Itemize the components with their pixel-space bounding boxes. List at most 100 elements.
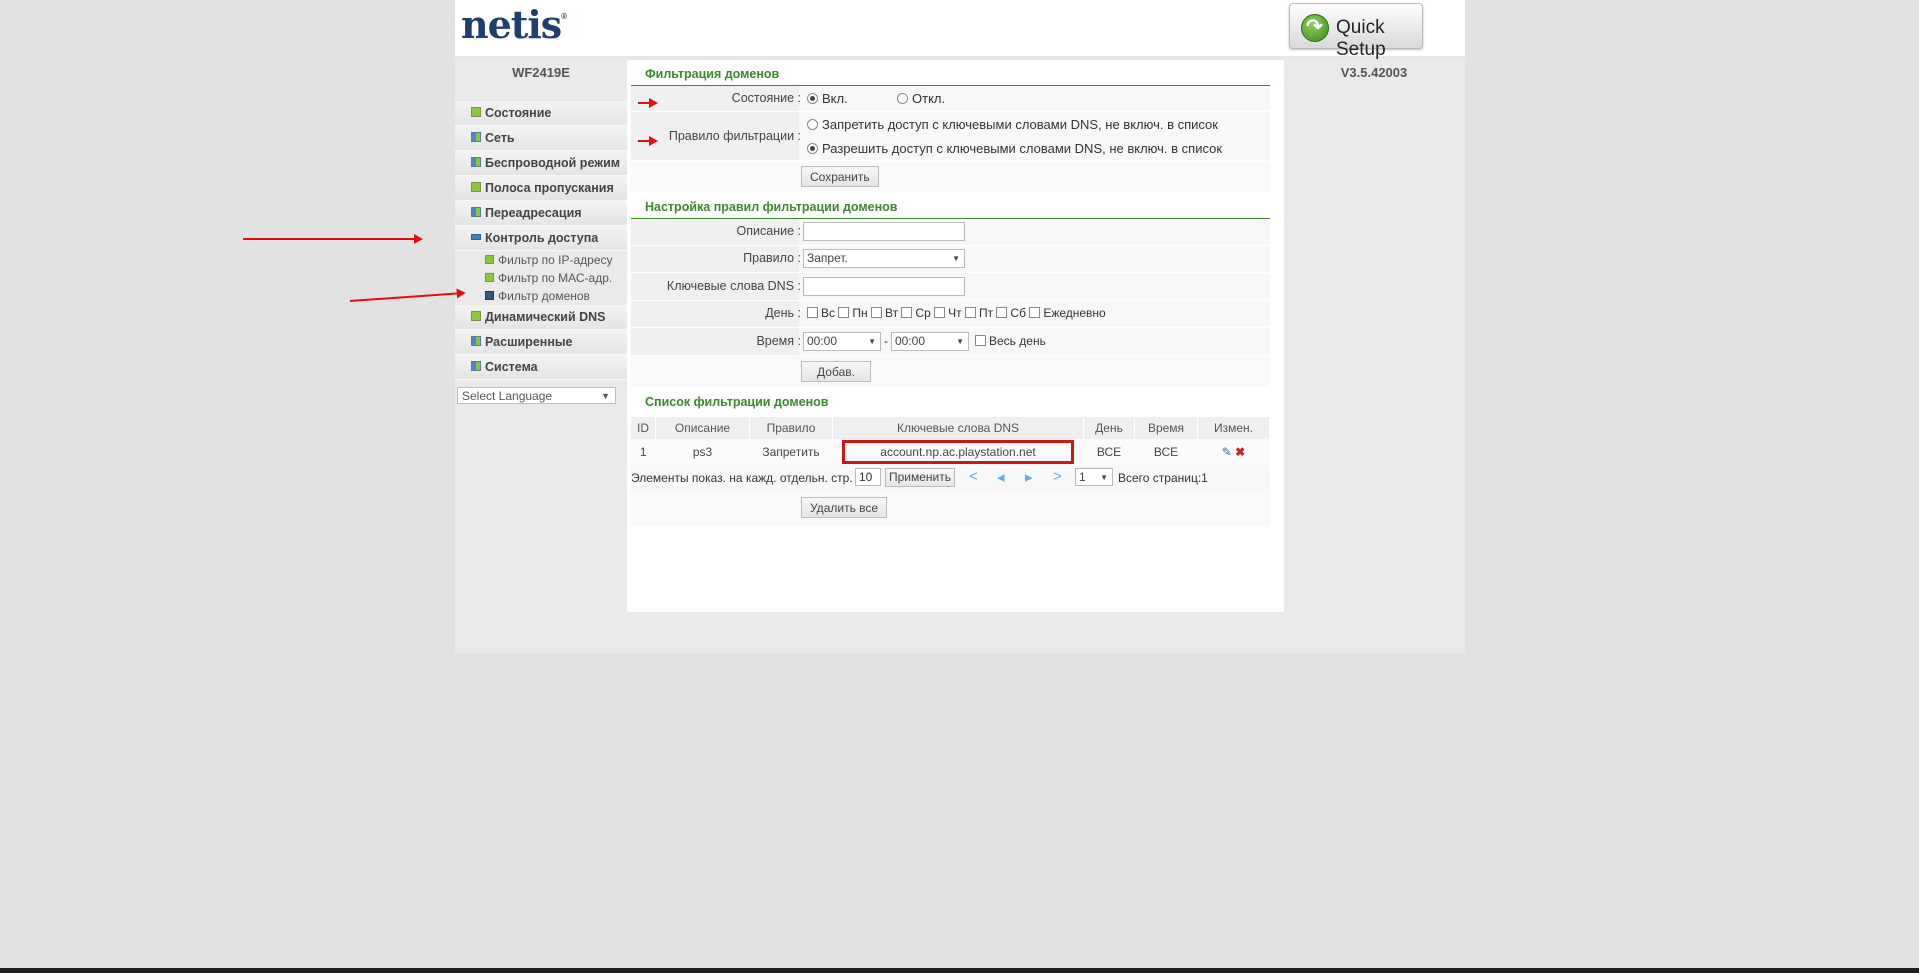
all-day-option[interactable]: Весь день [975, 334, 1046, 348]
menu-item-system[interactable]: Система [455, 355, 627, 380]
day-daily-checkbox[interactable] [1029, 307, 1041, 318]
rule-deny-option[interactable]: Запретить доступ с ключевыми словами DNS… [807, 117, 1218, 132]
col-edit: Измен. [1197, 417, 1270, 439]
col-dns-keywords: Ключевые слова DNS [832, 417, 1084, 439]
cell-day: ВСЕ [1083, 439, 1135, 465]
description-label: Описание : [736, 224, 801, 238]
day-thu-option[interactable]: Чт [934, 306, 962, 320]
menu-item-network[interactable]: Сеть [455, 126, 627, 151]
day-mon-checkbox[interactable] [838, 307, 850, 318]
dns-keywords-input[interactable] [803, 277, 965, 296]
edit-pencil-icon[interactable]: ✎ [1222, 445, 1232, 459]
save-button[interactable]: Сохранить [801, 166, 879, 187]
cell-actions: ✎ ✖ [1197, 439, 1270, 465]
quick-setup-label: Quick Setup [1336, 17, 1386, 60]
menu-item-wireless[interactable]: Беспроводной режим [455, 151, 627, 176]
collapse-minus-icon [471, 234, 481, 240]
description-input[interactable] [803, 222, 965, 241]
col-time: Время [1134, 417, 1198, 439]
day-wed-option[interactable]: Ср [901, 306, 931, 320]
pagination-bar: Элементы показ. на кажд. отдельн. стр. 1… [631, 465, 1270, 491]
day-sun-checkbox[interactable] [807, 307, 818, 318]
delete-all-button[interactable]: Удалить все [801, 497, 888, 518]
day-tue-option[interactable]: Вт [870, 306, 898, 320]
netis-logo: netis® [461, 2, 567, 47]
menu-item-bandwidth[interactable]: Полоса пропускания [455, 176, 627, 201]
rule-allow-option[interactable]: Разрешить доступ с ключевыми словами DNS… [807, 141, 1222, 156]
rule-row: Правило : Запрет. ▼ [631, 246, 1270, 273]
router-admin-page: netis® Quick Setup WF2419E V3.5.42003 Со… [455, 0, 1465, 653]
sidebar-menu: Состояние Сеть Беспроводной режим Полоса… [455, 101, 627, 404]
square-bullet-icon [485, 255, 494, 264]
submenu-item-mac-filter[interactable]: Фильтр по МАС-адр. [455, 269, 627, 287]
day-daily-option[interactable]: Ежедневно [1029, 306, 1106, 320]
rule-label: Правило : [743, 251, 801, 265]
apply-button[interactable]: Применить [885, 468, 956, 487]
section-title-domain-filter: Фильтрация доменов [631, 60, 1270, 86]
dns-keywords-row: Ключевые слова DNS : [631, 273, 1270, 301]
day-sat-option[interactable]: Сб [996, 306, 1026, 320]
time-from-select[interactable]: 00:00 ▼ [803, 332, 881, 351]
day-tue-checkbox[interactable] [870, 307, 882, 318]
menu-item-forwarding[interactable]: Переадресация [455, 201, 627, 226]
day-wed-checkbox[interactable] [901, 307, 913, 318]
quick-setup-button[interactable]: Quick Setup [1289, 3, 1423, 60]
submenu-item-ip-filter[interactable]: Фильтр по IP-адресу [455, 251, 627, 269]
annotation-arrow [349, 292, 464, 302]
day-fri-option[interactable]: Пт [964, 306, 993, 320]
grid-bullet-icon [471, 207, 481, 217]
menu-item-ddns[interactable]: Динамический DNS [455, 305, 627, 330]
dropdown-arrow-icon: ▼ [1100, 473, 1108, 482]
section-title-filter-list: Список фильтрации доменов [645, 395, 829, 409]
annotation-arrow [638, 136, 658, 146]
rule-select[interactable]: Запрет. ▼ [803, 249, 965, 268]
cell-id: 1 [631, 439, 656, 465]
delete-all-row: Удалить все [631, 491, 1270, 527]
per-page-input[interactable]: 10 [855, 468, 881, 486]
state-on-radio[interactable] [807, 93, 818, 104]
menu-item-advanced[interactable]: Расширенные [455, 330, 627, 355]
menu-item-status[interactable]: Состояние [455, 101, 627, 126]
filter-list-table: ID Описание Правило Ключевые слова DNS Д… [631, 417, 1270, 465]
dropdown-arrow-icon: ▼ [868, 337, 876, 346]
language-select[interactable]: Select Language ▼ [457, 387, 616, 404]
rule-allow-radio[interactable] [807, 143, 818, 154]
grid-bullet-icon [471, 336, 481, 346]
highlighted-keyword: account.np.ac.playstation.net [842, 440, 1074, 464]
rule-deny-radio[interactable] [807, 119, 818, 130]
annotation-arrow [243, 234, 423, 244]
last-page-icon[interactable]: > [1053, 468, 1062, 485]
firmware-version: V3.5.42003 [1340, 65, 1408, 80]
save-row: Сохранить [631, 161, 1270, 193]
cell-rule: Запретить [749, 439, 833, 465]
grid-bullet-icon [471, 157, 481, 167]
time-to-select[interactable]: 00:00 ▼ [891, 332, 969, 351]
menu-item-access-control[interactable]: Контроль доступа [455, 226, 627, 251]
state-on-option[interactable]: Вкл. [807, 91, 848, 106]
cell-time: ВСЕ [1134, 439, 1198, 465]
first-page-icon[interactable]: < [969, 468, 978, 485]
add-row: Добав. [631, 356, 1270, 388]
delete-x-icon[interactable]: ✖ [1235, 445, 1245, 459]
state-off-option[interactable]: Откл. [897, 91, 945, 106]
state-row: Состояние : Вкл. Откл. [631, 86, 1270, 112]
day-mon-option[interactable]: Пн [838, 306, 868, 320]
day-thu-checkbox[interactable] [934, 307, 946, 318]
day-fri-checkbox[interactable] [964, 307, 976, 318]
submenu-item-domain-filter[interactable]: Фильтр доменов [455, 287, 627, 305]
cell-description: ps3 [655, 439, 750, 465]
time-separator: - [884, 334, 888, 348]
day-sat-checkbox[interactable] [996, 307, 1008, 318]
model-name: WF2419E [512, 65, 570, 80]
cell-dns-keywords: account.np.ac.playstation.net [832, 439, 1084, 465]
col-day: День [1083, 417, 1135, 439]
prev-page-icon[interactable]: ◂ [997, 468, 1005, 486]
page-select[interactable]: 1 ▼ [1075, 468, 1113, 486]
all-day-checkbox[interactable] [975, 335, 986, 346]
next-page-icon[interactable]: ▸ [1025, 468, 1033, 486]
add-button[interactable]: Добав. [801, 361, 871, 382]
state-off-radio[interactable] [897, 93, 908, 104]
day-sun-option[interactable]: Вс [807, 306, 835, 320]
square-bullet-icon [471, 107, 481, 117]
total-pages: Всего страниц:1 [1118, 471, 1208, 485]
